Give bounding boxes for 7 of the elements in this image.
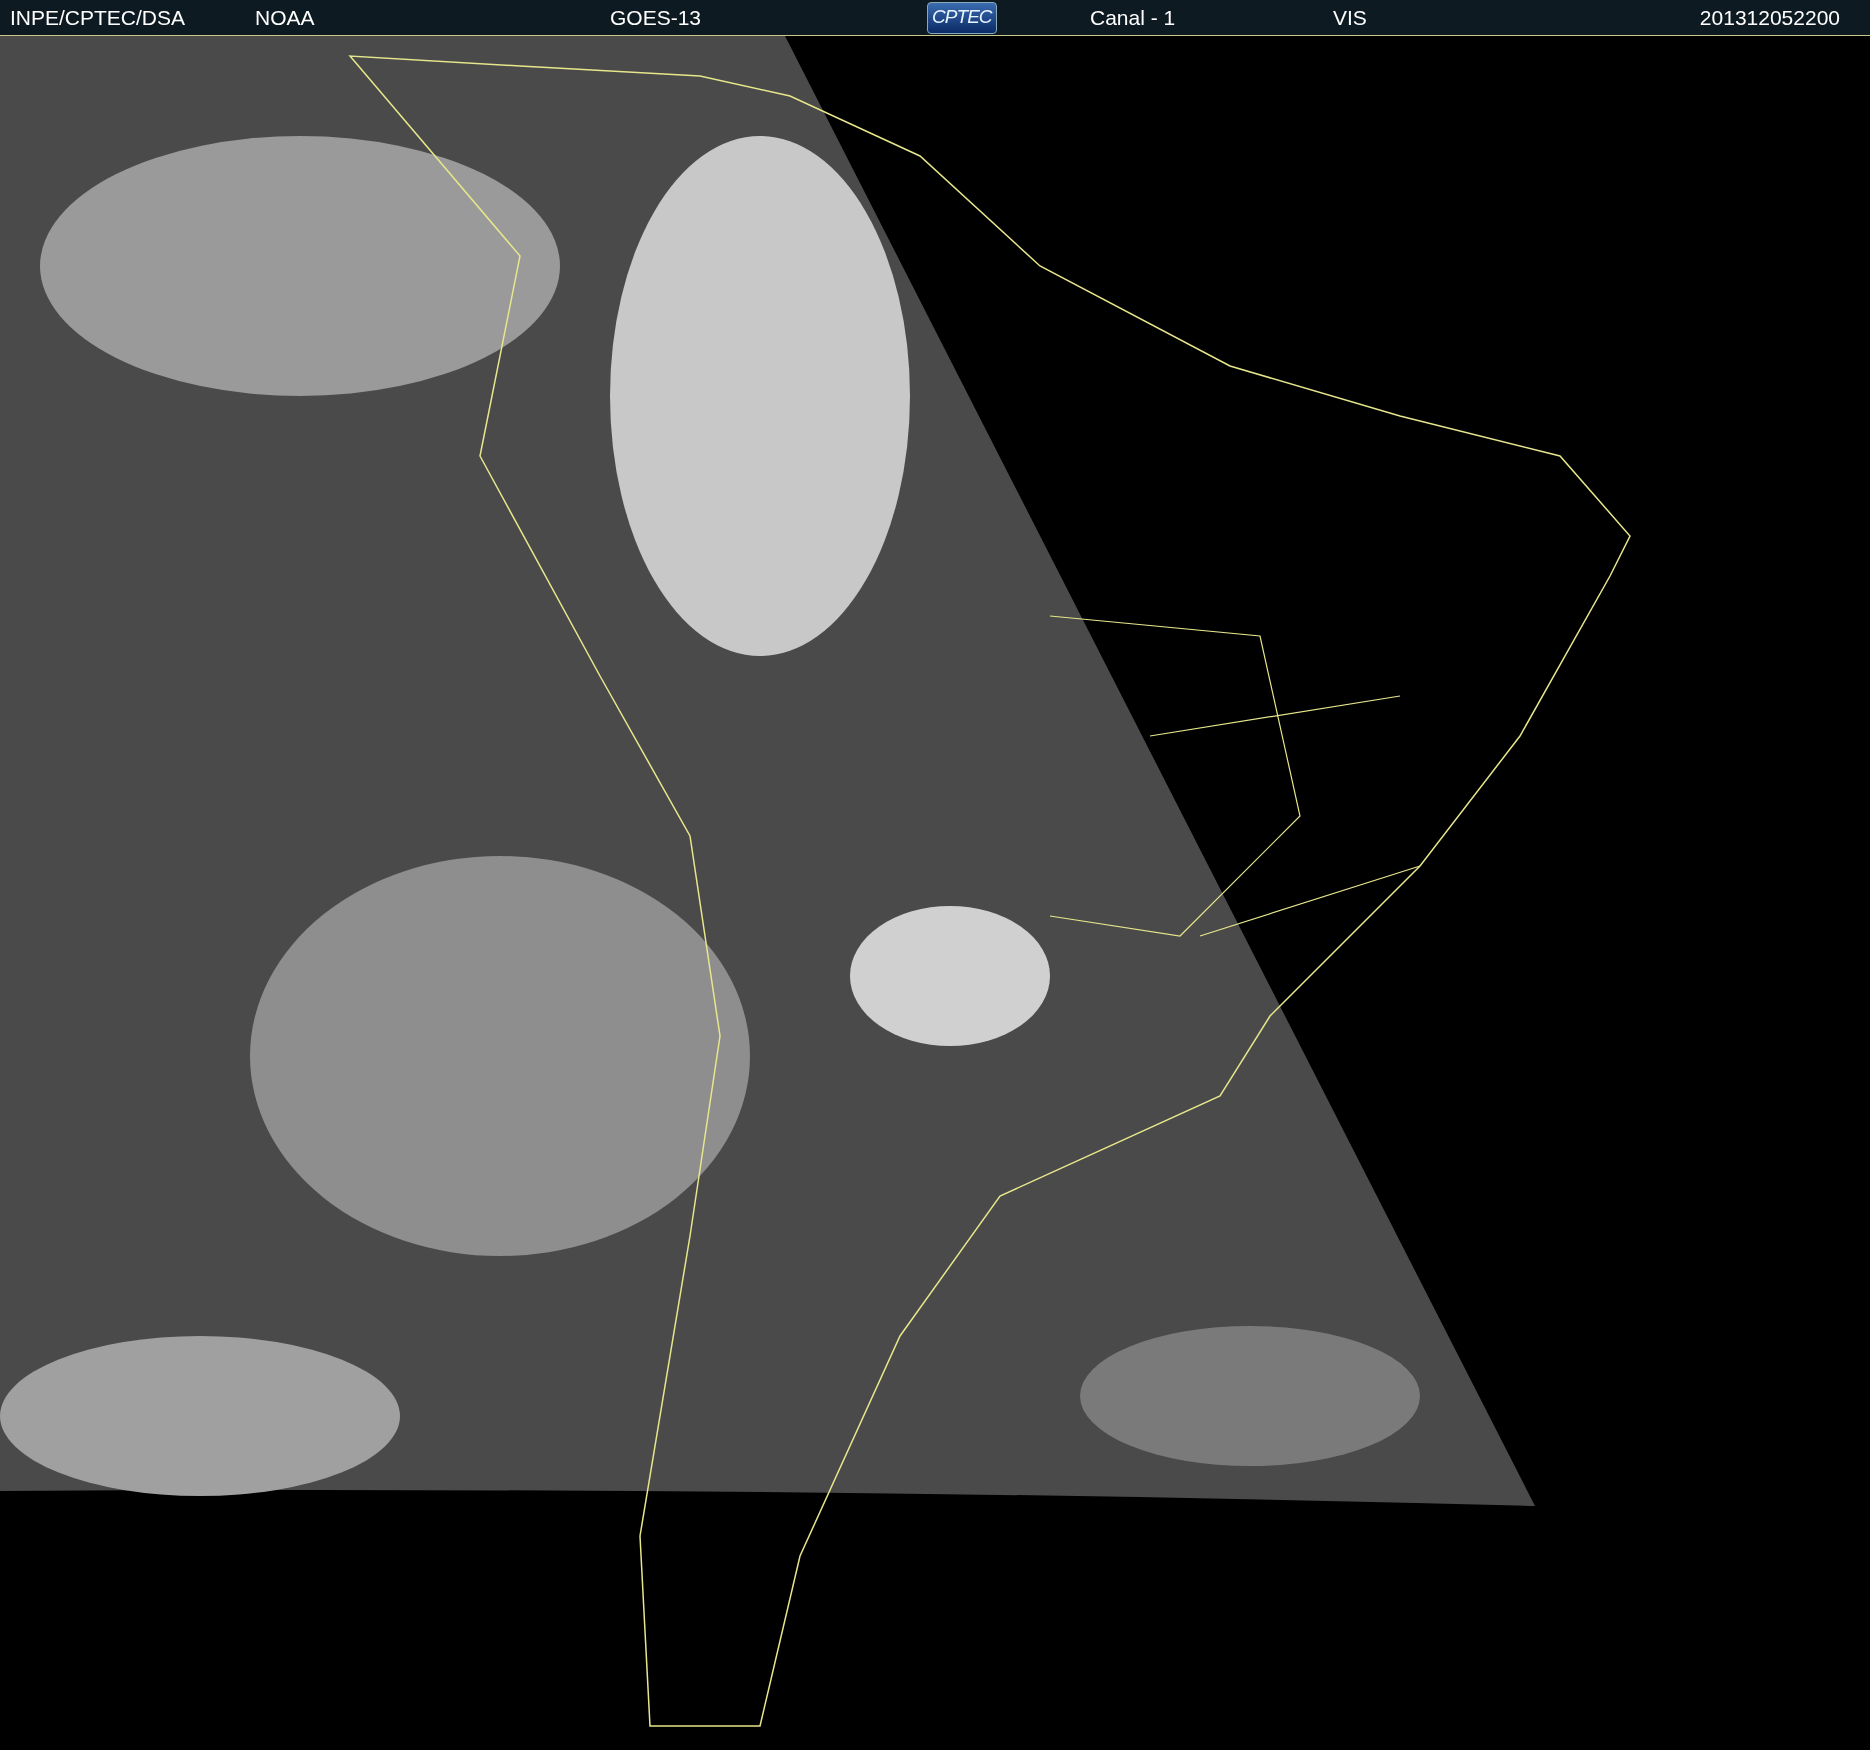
header-label: Canal - 1 bbox=[1090, 5, 1176, 29]
header-label: 201312052200 bbox=[1699, 5, 1840, 29]
header-label: VIS bbox=[1333, 5, 1367, 29]
logo: CPTEC bbox=[927, 1, 997, 34]
header-label: INPE/CPTEC/DSA bbox=[10, 5, 186, 29]
header-label: GOES-13 bbox=[610, 5, 702, 29]
header-label: NOAA bbox=[255, 5, 315, 29]
